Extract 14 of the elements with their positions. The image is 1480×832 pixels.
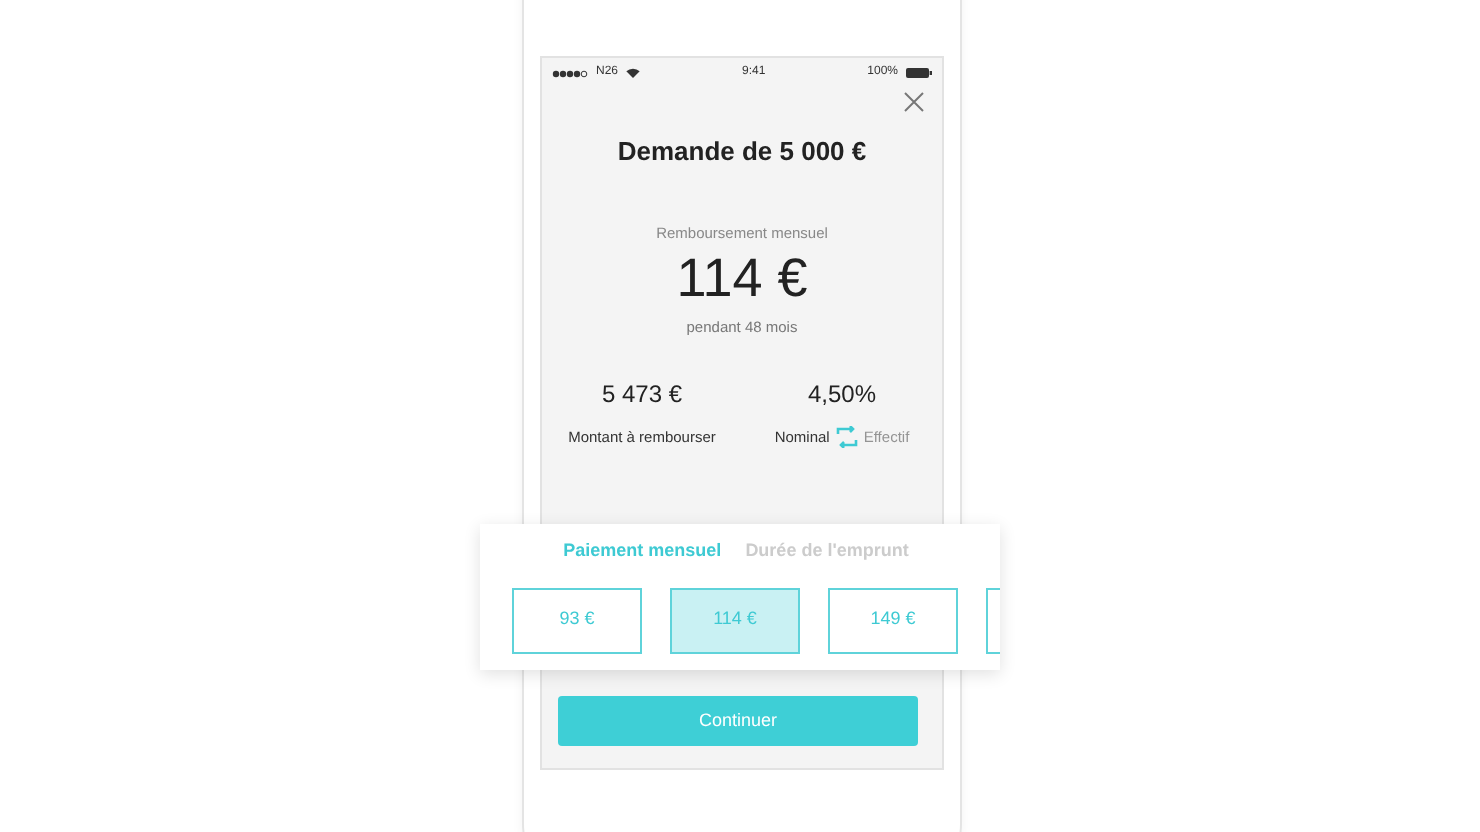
swap-icon[interactable]	[835, 425, 858, 448]
tab[interactable]: Paiement mensuel	[563, 538, 722, 565]
wifi-icon	[626, 68, 641, 78]
amount-option[interactable]: 114 €	[670, 587, 800, 653]
monthly-amount: 114 €	[676, 249, 808, 309]
amount-option[interactable]: 149 €	[828, 587, 958, 653]
total-amount: 5 473 €	[601, 377, 683, 412]
battery-icon	[906, 68, 932, 78]
continue-button[interactable]: Continuer	[558, 696, 918, 746]
amount-option[interactable]: 93 €	[512, 587, 642, 653]
close-icon[interactable]	[904, 92, 924, 112]
signal-icon	[552, 69, 588, 77]
loan-title: Demande de 5 000 €	[617, 134, 867, 170]
interest-rate: 4,50%	[807, 377, 877, 412]
